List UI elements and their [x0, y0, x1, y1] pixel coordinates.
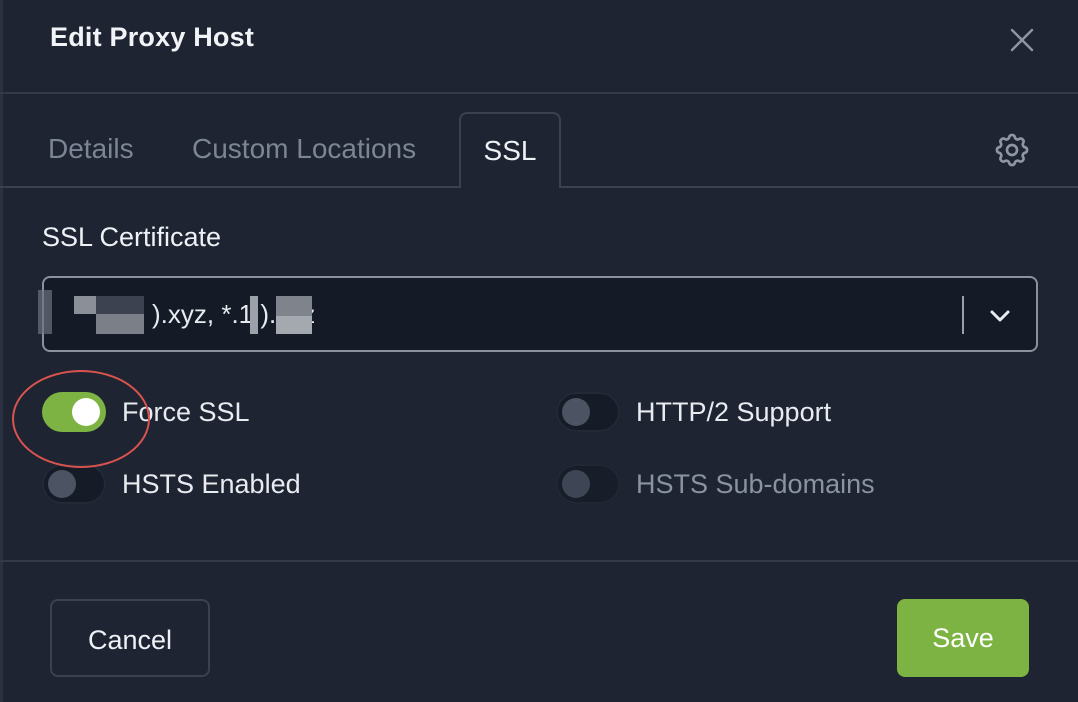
- hsts-enabled-switch[interactable]: [42, 464, 106, 504]
- tab-details[interactable]: Details: [48, 112, 134, 186]
- gear-icon: [995, 133, 1029, 167]
- ssl-certificate-select[interactable]: ).xyz, *.1 ).xyz: [38, 276, 1038, 352]
- tab-ssl[interactable]: SSL: [459, 112, 561, 188]
- redaction-block: [250, 296, 258, 334]
- chevron-down-icon[interactable]: [986, 302, 1014, 330]
- ssl-certificate-value: ).xyz, *.1 ).xyz: [152, 299, 316, 329]
- redaction-block: [276, 316, 312, 334]
- close-button[interactable]: [1004, 22, 1040, 58]
- cancel-button[interactable]: Cancel: [50, 599, 210, 677]
- close-icon: [1010, 28, 1034, 52]
- force-ssl-label: Force SSL: [122, 397, 250, 427]
- hsts-subdomains-switch[interactable]: [556, 464, 620, 504]
- switch-knob: [48, 470, 76, 498]
- http2-support-switch[interactable]: [556, 392, 620, 432]
- footer-divider: [0, 560, 1078, 562]
- dialog-header: Edit Proxy Host: [0, 0, 1078, 94]
- redaction-block: [276, 296, 312, 316]
- ssl-certificate-label: SSL Certificate: [42, 222, 222, 252]
- save-button[interactable]: Save: [897, 599, 1029, 677]
- tab-bar: Details Custom Locations SSL: [0, 94, 1078, 188]
- switch-knob: [562, 470, 590, 498]
- edit-proxy-host-dialog: Edit Proxy Host Details Custom Locations…: [0, 0, 1078, 702]
- switch-knob: [562, 398, 590, 426]
- dialog-title: Edit Proxy Host: [50, 22, 255, 52]
- hsts-subdomains-label: HSTS Sub-domains: [636, 469, 875, 499]
- force-ssl-switch[interactable]: [42, 392, 106, 432]
- settings-button[interactable]: [992, 130, 1032, 170]
- switch-knob: [72, 398, 100, 426]
- hsts-enabled-label: HSTS Enabled: [122, 469, 301, 499]
- select-divider: [962, 296, 964, 334]
- http2-support-label: HTTP/2 Support: [636, 397, 832, 427]
- tab-custom-locations[interactable]: Custom Locations: [192, 112, 416, 186]
